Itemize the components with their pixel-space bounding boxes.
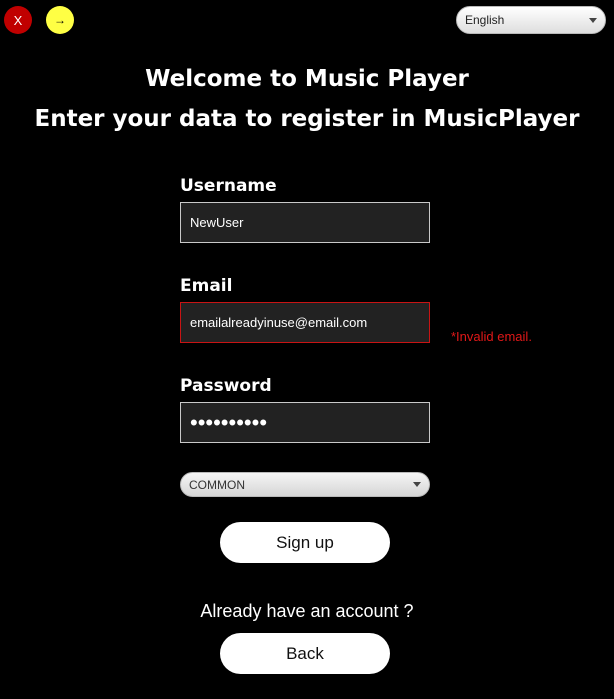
signup-button[interactable]: Sign up [220,522,390,563]
email-error-message: *Invalid email. [451,329,532,344]
email-label: Email [180,276,233,296]
minimize-button[interactable]: → [46,6,74,34]
username-field[interactable]: NewUser [180,202,430,243]
close-button[interactable]: X [4,6,32,34]
signup-button-label: Sign up [276,532,334,552]
role-select-value: COMMON [189,477,245,492]
language-select[interactable]: English [456,6,606,34]
page-title: Welcome to Music Player [145,66,469,92]
username-value: NewUser [190,215,244,230]
already-account-text: Already have an account ? [200,601,414,621]
chevron-down-icon [413,482,421,487]
arrow-right-icon: → [54,13,66,27]
email-value: emailalreadyinuse@email.com [190,315,368,330]
role-select[interactable]: COMMON [180,472,430,497]
back-button-label: Back [286,643,324,663]
back-button[interactable]: Back [220,633,390,674]
close-icon: X [13,12,23,28]
password-value: •••••••••• [190,409,268,435]
password-field[interactable]: •••••••••• [180,402,430,443]
password-label: Password [180,376,272,396]
language-select-value: English [465,13,505,27]
email-field[interactable]: emailalreadyinuse@email.com [180,302,430,343]
page-subtitle: Enter your data to register in MusicPlay… [34,106,580,132]
username-label: Username [180,176,277,196]
chevron-down-icon [589,17,597,23]
